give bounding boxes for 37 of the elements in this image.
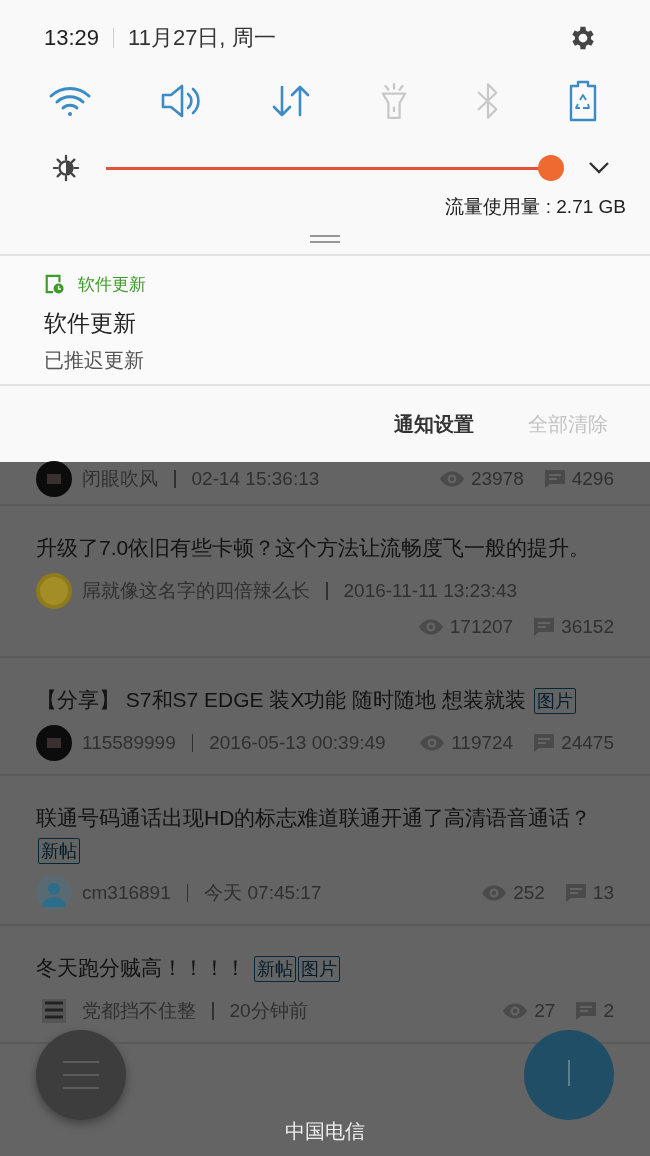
clock-time: 13:29 bbox=[44, 25, 100, 51]
data-arrows-icon[interactable] bbox=[271, 84, 312, 118]
notification-text: 已推迟更新 bbox=[44, 348, 145, 373]
post-tag: 新帖 bbox=[38, 838, 80, 864]
app-name: 软件更新 bbox=[78, 273, 146, 296]
battery-recycle-icon[interactable] bbox=[567, 80, 598, 122]
eye-icon bbox=[502, 1002, 529, 1020]
post-tag: 新帖 bbox=[253, 956, 296, 982]
drag-handle-icon[interactable] bbox=[310, 235, 340, 243]
post-tag: 图片 bbox=[533, 688, 576, 714]
eye-icon bbox=[417, 618, 444, 636]
comment-icon bbox=[564, 883, 587, 903]
notification-title: 软件更新 bbox=[44, 309, 137, 338]
post-title[interactable]: 联通号码通话出现HD的标志难道联通开通了高清语音通话？ bbox=[36, 806, 592, 829]
eye-icon bbox=[481, 884, 508, 902]
slider-thumb[interactable] bbox=[537, 155, 564, 181]
comment-icon bbox=[543, 469, 566, 489]
carrier-name: 中国电信 bbox=[285, 1119, 365, 1144]
eye-icon bbox=[419, 734, 446, 752]
comment-icon bbox=[533, 617, 556, 637]
data-usage-text: 流量使用量 : 2.71 GB bbox=[445, 195, 626, 219]
menu-icon bbox=[63, 1060, 99, 1090]
update-app-icon bbox=[44, 274, 64, 294]
action-button[interactable]: 通知设置 bbox=[394, 406, 474, 442]
post-title[interactable]: 【分享】 S7和S7 EDGE 装X功能 随时随地 想装就装 bbox=[36, 688, 527, 711]
menu-button[interactable] bbox=[36, 1030, 126, 1120]
notification-card[interactable]: 软件更新 软件更新 已推迟更新 bbox=[0, 254, 650, 386]
comment-icon bbox=[533, 733, 556, 753]
eye-icon bbox=[438, 470, 465, 488]
post-title[interactable]: 冬天跑分贼高！！！！ bbox=[36, 956, 246, 979]
post-title[interactable]: 升级了7.0依旧有些卡顿？这个方法让流畅度飞一般的提升。 bbox=[36, 536, 591, 559]
wifi-icon[interactable] bbox=[48, 85, 92, 117]
date-text: 11月27日, 周一 bbox=[128, 24, 276, 52]
post-tag: 图片 bbox=[297, 956, 340, 982]
comment-icon bbox=[575, 1001, 598, 1021]
brightness-icon bbox=[52, 154, 80, 182]
chevron-down-icon[interactable] bbox=[588, 161, 610, 175]
